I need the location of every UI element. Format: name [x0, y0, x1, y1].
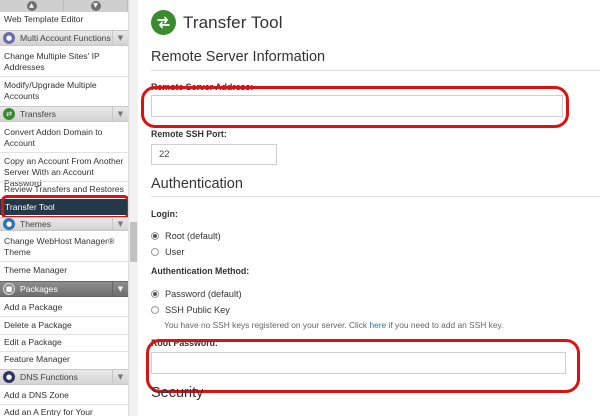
page-header: Transfer Tool — [151, 10, 283, 35]
sidebar-item-change-multiple-ips[interactable]: Change Multiple Sites' IP Addresses — [0, 51, 128, 73]
login-option-user[interactable]: User — [151, 247, 184, 257]
section-heading-security: Security — [151, 385, 204, 401]
highlight-annotation — [146, 339, 580, 393]
sidebar-item-delete-package[interactable]: Delete a Package — [0, 320, 128, 331]
scrollbar-thumb[interactable] — [130, 222, 137, 262]
chevron-down-icon[interactable]: ▼ — [112, 369, 128, 385]
sidebar: ▲ ▼ Web Template Editor ● Multi Account … — [0, 0, 138, 416]
radio-label: SSH Public Key — [165, 305, 230, 315]
divider — [0, 316, 128, 317]
sidebar-item-convert-addon[interactable]: Convert Addon Domain to Account — [0, 127, 128, 149]
sidebar-section-label: DNS Functions — [20, 372, 78, 382]
login-label: Login: — [151, 209, 178, 219]
auth-option-password[interactable]: Password (default) — [151, 289, 242, 299]
radio-button[interactable] — [151, 232, 159, 240]
divider — [0, 334, 128, 335]
sidebar-section-label: Transfers — [20, 109, 56, 119]
sidebar-section-themes[interactable]: ● Themes ▼ — [0, 217, 128, 231]
sidebar-item-feature-manager[interactable]: Feature Manager — [0, 354, 128, 365]
radio-label: Password (default) — [165, 289, 242, 299]
scroll-up-button[interactable]: ▲ — [0, 0, 64, 12]
transfer-tool-icon — [151, 10, 176, 35]
sidebar-section-packages[interactable]: ■ Packages ▼ — [0, 281, 128, 297]
sidebar-item-add-package[interactable]: Add a Package — [0, 302, 128, 313]
sidebar-item-web-template-editor[interactable]: Web Template Editor — [0, 14, 128, 25]
section-heading-authentication: Authentication — [151, 176, 243, 192]
people-icon: ● — [3, 32, 15, 44]
sidebar-section-transfers[interactable]: ⇄ Transfers ▼ — [0, 106, 128, 122]
radio-button[interactable] — [151, 248, 159, 256]
auth-option-ssh-key[interactable]: SSH Public Key — [151, 305, 230, 315]
sidebar-item-theme-manager[interactable]: Theme Manager — [0, 265, 128, 276]
auth-method-label: Authentication Method: — [151, 266, 250, 276]
sidebar-scrollbar[interactable] — [128, 0, 138, 416]
divider — [0, 261, 128, 262]
radio-button[interactable] — [151, 306, 159, 314]
divider — [151, 70, 600, 71]
highlight-annotation — [141, 86, 569, 128]
ssh-port-label: Remote SSH Port: — [151, 129, 227, 139]
radio-label: User — [165, 247, 185, 257]
sidebar-section-dns[interactable]: ● DNS Functions ▼ — [0, 369, 128, 385]
sidebar-item-change-theme[interactable]: Change WebHost Manager® Theme — [0, 236, 128, 258]
chevron-up-icon: ▲ — [26, 1, 37, 11]
sidebar-item-edit-package[interactable]: Edit a Package — [0, 337, 128, 348]
add-ssh-key-link[interactable]: here — [369, 320, 386, 330]
sidebar-item-review-transfers[interactable]: Review Transfers and Restores — [0, 184, 128, 195]
ssh-key-help-text: You have no SSH keys registered on your … — [164, 320, 504, 330]
sidebar-section-label: Packages — [20, 284, 58, 294]
dns-icon: ● — [3, 371, 15, 383]
divider — [151, 196, 600, 197]
radio-button[interactable] — [151, 290, 159, 298]
sidebar-item-add-dns-zone[interactable]: Add a DNS Zone — [0, 390, 128, 401]
chevron-down-icon[interactable]: ▼ — [112, 281, 128, 297]
divider — [0, 404, 128, 405]
sidebar-item-add-a-entry[interactable]: Add an A Entry for Your — [0, 407, 128, 416]
ssh-port-input[interactable]: 22 — [151, 144, 277, 165]
chevron-down-icon: ▼ — [90, 1, 101, 11]
transfer-icon: ⇄ — [3, 108, 15, 120]
chevron-down-icon[interactable]: ▼ — [112, 217, 128, 231]
login-option-root[interactable]: Root (default) — [151, 231, 221, 241]
sidebar-section-multi-account[interactable]: ● Multi Account Functions ▼ — [0, 30, 128, 46]
package-icon: ■ — [3, 283, 15, 295]
chevron-down-icon[interactable]: ▼ — [112, 30, 128, 46]
divider — [0, 181, 128, 182]
divider — [0, 351, 128, 352]
radio-label: Root (default) — [165, 231, 221, 241]
divider — [0, 76, 128, 77]
chevron-down-icon[interactable]: ▼ — [112, 106, 128, 122]
sidebar-item-modify-upgrade-multiple[interactable]: Modify/Upgrade Multiple Accounts — [0, 80, 128, 102]
highlight-annotation — [1, 195, 130, 219]
scroll-down-button[interactable]: ▼ — [64, 0, 128, 12]
divider — [0, 152, 128, 153]
palette-icon: ● — [3, 218, 15, 230]
sidebar-section-label: Themes — [20, 219, 52, 229]
main-content: Transfer Tool Remote Server Information … — [138, 0, 600, 416]
section-heading-remote: Remote Server Information — [151, 49, 326, 65]
sidebar-scroll-controls: ▲ ▼ — [0, 0, 128, 12]
sidebar-section-label: Multi Account Functions — [20, 33, 111, 43]
page-title: Transfer Tool — [183, 12, 283, 32]
